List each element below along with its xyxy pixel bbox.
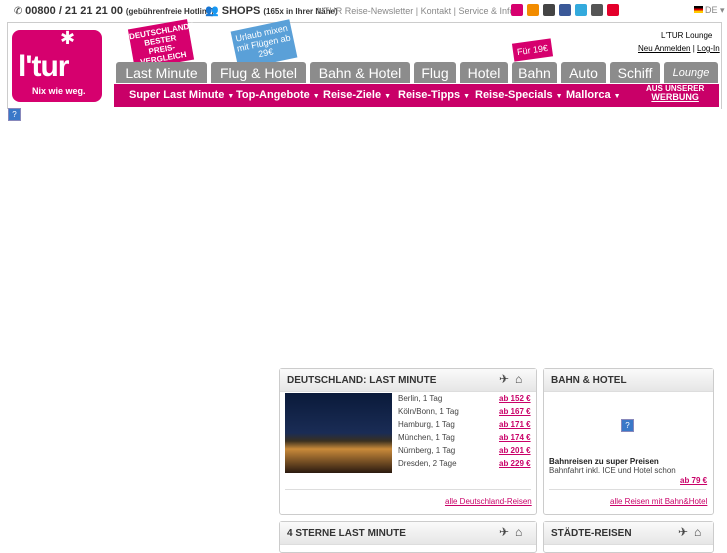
palm-icon: ✱ — [60, 28, 76, 48]
top-bar: ✆ 00800 / 21 21 21 00 (gebührenfreie Hot… — [0, 0, 727, 22]
box-title: DEUTSCHLAND: LAST MINUTE — [280, 369, 536, 392]
hotline-note: (gebührenfreie Hotline) — [125, 7, 214, 16]
box-title: BAHN & HOTEL — [544, 369, 713, 392]
help-icon[interactable]: ? — [8, 108, 21, 121]
rss-icon[interactable] — [527, 4, 539, 16]
menu-mallorca[interactable]: Mallorca ▼ — [566, 89, 621, 101]
lounge-title: L'TUR Lounge — [661, 31, 713, 40]
menu-label: Reise-Tipps — [398, 89, 461, 101]
logo-word: l'tur — [18, 50, 69, 83]
ad-label-line2: WERBUNG — [651, 92, 699, 102]
city-trips-box: STÄDTE-REISEN — [543, 521, 714, 553]
menu-top-angebote[interactable]: Top-Angebote ▼ — [236, 89, 320, 101]
tab-auto[interactable]: Auto — [561, 62, 606, 83]
deal-price[interactable]: ab 167 € — [499, 407, 531, 416]
deal-price[interactable]: ab 152 € — [499, 394, 531, 403]
tab-bahn[interactable]: Bahn — [512, 62, 557, 83]
menu-reise-tipps[interactable]: Reise-Tipps ▼ — [398, 89, 470, 101]
login-link[interactable]: Log-In — [697, 44, 720, 53]
image-placeholder-icon: ? — [621, 419, 634, 432]
mail-icon[interactable] — [511, 4, 523, 16]
phone-icon: ✆ — [14, 6, 23, 17]
house-icon: ⌂ — [515, 372, 523, 386]
deal-destination[interactable]: Köln/Bonn, 1 Tag — [398, 407, 459, 416]
chevron-down-icon: ▼ — [227, 93, 235, 100]
german-flag-icon — [694, 6, 703, 13]
chevron-down-icon: ▼ — [613, 93, 621, 100]
deal-price[interactable]: ab 229 € — [499, 459, 531, 468]
menu-reise-specials[interactable]: Reise-Specials ▼ — [475, 89, 563, 101]
mobile-icon[interactable] — [543, 4, 555, 16]
hotline-number[interactable]: 00800 / 21 21 21 00 — [25, 5, 123, 17]
chevron-down-icon: ▼ — [384, 93, 392, 100]
deal-price[interactable]: ab 174 € — [499, 433, 531, 442]
tab-lounge[interactable]: Lounge — [664, 62, 718, 83]
deal-destination[interactable]: Dresden, 2 Tage — [398, 459, 457, 468]
train-price[interactable]: ab 79 € — [680, 476, 707, 485]
deal-price[interactable]: ab 171 € — [499, 420, 531, 429]
tab-schiff[interactable]: Schiff — [610, 62, 660, 83]
plane-icon: ✈ — [678, 525, 689, 539]
register-link[interactable]: Neu Anmelden — [638, 44, 690, 53]
star-icon[interactable] — [607, 4, 619, 16]
logo-slogan: Nix wie weg. — [32, 86, 86, 96]
hotline[interactable]: ✆ 00800 / 21 21 21 00 (gebührenfreie Hot… — [14, 5, 214, 17]
menu-label: Reise-Specials — [475, 89, 553, 101]
house-icon: ⌂ — [515, 525, 523, 539]
tab-last-minute[interactable]: Last Minute — [116, 62, 207, 83]
plane-icon: ✈ — [499, 372, 510, 386]
language-select[interactable]: DE ▾ — [705, 5, 725, 16]
tab-hotel[interactable]: Hotel — [460, 62, 508, 83]
train-headline[interactable]: Bahnreisen zu super Preisen — [549, 457, 659, 466]
all-germany-link[interactable]: alle Deutschland-Reisen — [445, 497, 532, 506]
all-train-hotel-link[interactable]: alle Reisen mit Bahn&Hotel — [610, 497, 707, 506]
menu-super-last-minute[interactable]: Super Last Minute ▼ — [129, 89, 234, 101]
divider — [549, 489, 706, 490]
top-links[interactable]: L'TUR Reise-Newsletter | Kontakt | Servi… — [317, 6, 514, 16]
ad-label: AUS UNSERER WERBUNG — [646, 85, 704, 102]
menu-reise-ziele[interactable]: Reise-Ziele ▼ — [323, 89, 391, 101]
tab-flug-hotel[interactable]: Flug & Hotel — [211, 62, 306, 83]
menu-label: Reise-Ziele — [323, 89, 382, 101]
train-text: Bahnfahrt inkl. ICE und Hotel schon — [549, 466, 676, 475]
divider — [285, 489, 531, 490]
deal-destination[interactable]: Berlin, 1 Tag — [398, 394, 442, 403]
train-hotel-box: BAHN & HOTEL — [543, 368, 714, 515]
facebook-icon[interactable] — [559, 4, 571, 16]
menu-label: Mallorca — [566, 89, 611, 101]
chevron-down-icon: ▼ — [312, 93, 320, 100]
youtube-icon[interactable] — [591, 4, 603, 16]
menu-label: Super Last Minute — [129, 89, 225, 101]
chevron-down-icon: ▼ — [555, 93, 563, 100]
shops-label[interactable]: SHOPS — [222, 5, 261, 17]
box-title: 4 STERNE LAST MINUTE — [280, 522, 536, 545]
deal-destination[interactable]: München, 1 Tag — [398, 433, 455, 442]
deal-destination[interactable]: Hamburg, 1 Tag — [398, 420, 455, 429]
house-icon: ⌂ — [694, 525, 702, 539]
account-links: Neu Anmelden | Log-In — [638, 44, 720, 53]
tab-flug[interactable]: Flug — [414, 62, 456, 83]
tab-bahn-hotel[interactable]: Bahn & Hotel — [310, 62, 410, 83]
menu-label: Top-Angebote — [236, 89, 310, 101]
people-icon: 👥 — [205, 5, 219, 17]
deal-price[interactable]: ab 201 € — [499, 446, 531, 455]
language-label: DE — [705, 5, 718, 15]
brandenburg-gate-image[interactable] — [285, 393, 392, 473]
chevron-down-icon: ▼ — [463, 93, 471, 100]
twitter-icon[interactable] — [575, 4, 587, 16]
plane-icon: ✈ — [499, 525, 510, 539]
deal-destination[interactable]: Nürnberg, 1 Tag — [398, 446, 455, 455]
